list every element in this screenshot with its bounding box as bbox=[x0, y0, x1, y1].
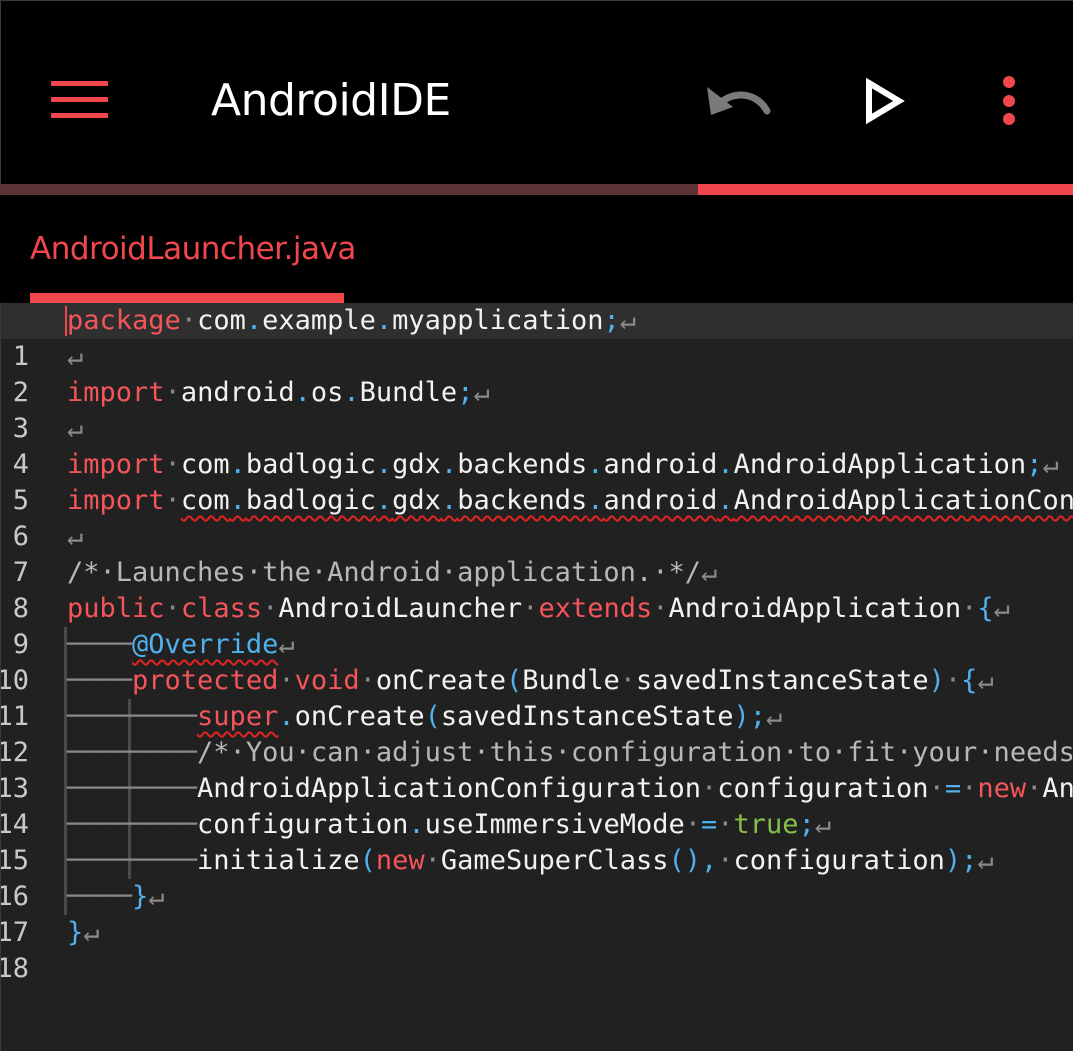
code-line: 10 ────@Override↵ bbox=[1, 627, 1073, 696]
code-text: package·com.example.myapplication;↵ bbox=[67, 305, 637, 336]
code-text: }↵ bbox=[67, 917, 100, 948]
app-toolbar: AndroidIDE bbox=[0, 0, 1073, 184]
menu-icon[interactable] bbox=[51, 81, 108, 119]
code-text: ────────initialize(new·GameSuperClass(),… bbox=[67, 845, 994, 876]
code-text: ────────super.onCreate(savedInstanceStat… bbox=[67, 701, 783, 732]
code-text: ↵ bbox=[67, 521, 84, 552]
code-text: ────protected·void·onCreate(Bundle·saved… bbox=[67, 665, 994, 696]
code-line: 4 ↵ bbox=[1, 411, 1073, 480]
code-text: import·com.badlogic.gdx.backends.android… bbox=[67, 485, 1073, 516]
line-number: 18 bbox=[1, 953, 29, 984]
undo-icon[interactable] bbox=[701, 73, 777, 129]
code-line: 1 package·com.example.myapplication;↵ bbox=[1, 303, 1073, 372]
code-text: public·class·AndroidLauncher·extends·And… bbox=[67, 593, 1010, 624]
code-line: 14 ────────AndroidApplicationConfigurati… bbox=[1, 771, 1073, 840]
tab-label: AndroidLauncher.java bbox=[30, 231, 356, 267]
code-editor[interactable]: 1 package·com.example.myapplication;↵ 2 … bbox=[0, 303, 1073, 1051]
code-text: ────────configuration.useImmersiveMode·=… bbox=[67, 809, 832, 840]
code-line: 9 public·class·AndroidLauncher·extends·A… bbox=[1, 591, 1073, 660]
code-text: import·android.os.Bundle;↵ bbox=[67, 377, 490, 408]
code-text: import·com.badlogic.gdx.backends.android… bbox=[67, 449, 1059, 480]
code-line: 3 import·android.os.Bundle;↵ bbox=[1, 375, 1073, 444]
code-line: 17 ────}↵ bbox=[1, 879, 1073, 948]
code-text: ↵ bbox=[67, 413, 84, 444]
code-line: 5 import·com.badlogic.gdx.backends.andro… bbox=[1, 447, 1073, 516]
tab-android-launcher[interactable]: AndroidLauncher.java bbox=[30, 195, 356, 303]
code-text: ────────AndroidApplicationConfiguration·… bbox=[67, 773, 1073, 804]
code-line: 15 ────────configuration.useImmersiveMod… bbox=[1, 807, 1073, 876]
code-line: 12 ────────super.onCreate(savedInstanceS… bbox=[1, 699, 1073, 768]
more-vert-icon[interactable] bbox=[993, 73, 1025, 129]
app-title: AndroidIDE bbox=[211, 75, 451, 126]
code-line: 16 ────────initialize(new·GameSuperClass… bbox=[1, 843, 1073, 912]
code-line: 13 ────────/*·You·can·adjust·this·config… bbox=[1, 735, 1073, 804]
code-line: 2 ↵ bbox=[1, 339, 1073, 408]
code-line: 18 }↵ bbox=[1, 915, 1073, 984]
tab-active-indicator bbox=[30, 293, 344, 303]
code-text: /*·Launches·the·Android·application.·*/↵ bbox=[67, 557, 718, 588]
run-icon[interactable] bbox=[859, 75, 907, 127]
code-text: ────────/*·You·can·adjust·this·configura… bbox=[67, 737, 1073, 768]
code-line: 8 /*·Launches·the·Android·application.·*… bbox=[1, 555, 1073, 624]
code-line: 7 ↵ bbox=[1, 519, 1073, 588]
code-line: 6 import·com.badlogic.gdx.backends.andro… bbox=[1, 483, 1073, 552]
code-text: ────}↵ bbox=[67, 881, 165, 912]
progress-bar bbox=[698, 184, 1073, 195]
code-text: ────@Override↵ bbox=[67, 629, 295, 660]
code-line: 11 ────protected·void·onCreate(Bundle·sa… bbox=[1, 663, 1073, 732]
code-text: ↵ bbox=[67, 341, 84, 372]
